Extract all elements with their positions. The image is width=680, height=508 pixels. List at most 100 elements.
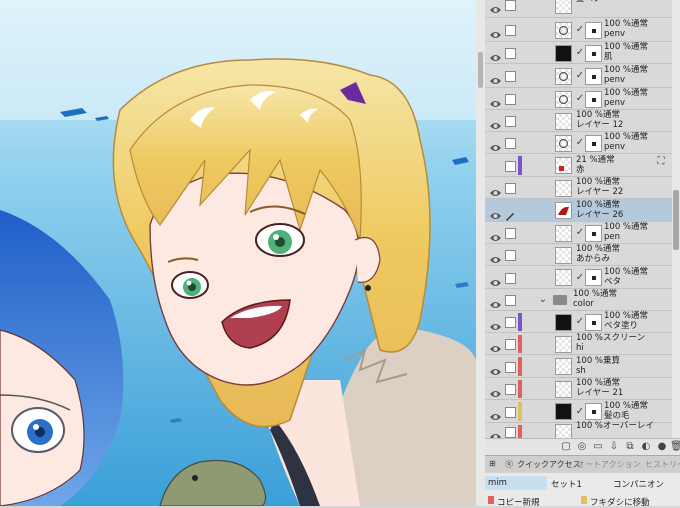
layer-row[interactable]: 100 %スクリーン hi: [485, 333, 672, 355]
layer-row[interactable]: ✓ 100 %通常 penv: [485, 18, 672, 42]
layer-row[interactable]: ✓ 100 %通常 ベタ塗り: [485, 311, 672, 333]
layer-name[interactable]: penv: [604, 98, 625, 109]
layer-lock-checkbox[interactable]: [505, 48, 516, 59]
layer-lock-checkbox[interactable]: [505, 384, 516, 395]
layer-lock-checkbox[interactable]: [505, 228, 516, 239]
visibility-eye-icon[interactable]: [489, 339, 502, 352]
set-field-mim[interactable]: mim: [488, 478, 507, 488]
pin-icon[interactable]: ⊞: [489, 459, 496, 468]
layer-row[interactable]: ⌄ 100 %通常 color: [485, 289, 672, 311]
layer-lock-checkbox[interactable]: [505, 406, 516, 418]
layer-lock-checkbox[interactable]: [505, 0, 516, 11]
layer-name[interactable]: penv: [604, 75, 625, 86]
layer-lock-checkbox[interactable]: [505, 94, 516, 105]
visibility-eye-icon[interactable]: [489, 138, 502, 151]
pen-edit-icon[interactable]: [505, 206, 514, 221]
move-to-balloon-button[interactable]: フキダシに移動: [590, 496, 650, 508]
mask-icon[interactable]: ◐: [640, 441, 652, 453]
layer-name[interactable]: レイヤー 26: [576, 210, 623, 221]
visibility-eye-icon[interactable]: [489, 0, 502, 13]
visibility-eye-icon[interactable]: [489, 407, 502, 420]
layer-row[interactable]: ✓ 100 %通常肌: [485, 42, 672, 64]
visibility-eye-icon[interactable]: [489, 206, 502, 219]
layer-name[interactable]: ベタ: [604, 277, 621, 288]
visibility-eye-icon[interactable]: [489, 183, 502, 196]
layer-name[interactable]: ベタ塗り: [604, 321, 638, 332]
layer-lock-checkbox[interactable]: [505, 183, 516, 194]
layer-lock-checkbox[interactable]: [505, 160, 516, 172]
layer-row[interactable]: ✓ 100 %通常 髪の毛: [485, 400, 672, 423]
layer-lock-checkbox[interactable]: [505, 272, 516, 284]
visibility-eye-icon[interactable]: [489, 295, 502, 308]
tab-quick-access[interactable]: クイックアクセス: [517, 459, 581, 470]
layer-row[interactable]: ✓ 100 %通常 ベタ: [485, 266, 672, 289]
visibility-eye-icon[interactable]: [489, 48, 502, 61]
layer-panel-scrollbar[interactable]: [672, 0, 680, 438]
layer-lock-checkbox[interactable]: [505, 361, 516, 373]
layer-row[interactable]: 100 %通常 レイヤー 26: [485, 199, 672, 222]
layer-lock-checkbox[interactable]: [505, 138, 516, 149]
layer-row[interactable]: 100 %オーバーレイ: [485, 421, 672, 438]
tab-auto-action[interactable]: オートアクション: [577, 459, 641, 470]
delete-layer-icon[interactable]: 🗑: [670, 441, 680, 453]
layer-lock-checkbox[interactable]: [505, 116, 516, 127]
layer-name[interactable]: color: [573, 299, 594, 310]
canvas-scrollbar-thumb[interactable]: [478, 52, 483, 88]
layer-name[interactable]: penv: [604, 142, 625, 153]
layer-lock-checkbox[interactable]: [505, 295, 516, 306]
visibility-eye-icon[interactable]: [489, 94, 502, 107]
layer-row[interactable]: ✓ 100 %通常 penv: [485, 64, 672, 88]
new-raster-layer-icon[interactable]: ▢: [560, 441, 572, 453]
canvas-scrollbar[interactable]: [476, 0, 485, 506]
layer-row[interactable]: 髪ベタ: [485, 0, 672, 18]
layer-lock-checkbox[interactable]: [505, 427, 516, 438]
layer-lock-checkbox[interactable]: [505, 317, 516, 328]
visibility-eye-icon[interactable]: [489, 116, 502, 129]
visibility-eye-icon[interactable]: [489, 71, 502, 84]
layer-lock-checkbox[interactable]: [505, 25, 516, 36]
visibility-eye-icon[interactable]: [489, 384, 502, 397]
layer-row[interactable]: ✓ 100 %通常 pen: [485, 222, 672, 244]
layer-name[interactable]: 肌: [604, 52, 613, 63]
layer-name[interactable]: pen: [604, 232, 620, 243]
layer-row[interactable]: 100 %通常 レイヤー 21: [485, 378, 672, 400]
layer-row[interactable]: ✓ 100 %通常 penv: [485, 132, 672, 154]
visibility-eye-icon[interactable]: [489, 25, 502, 38]
visibility-eye-icon[interactable]: [489, 362, 502, 375]
mask-apply-icon[interactable]: ●: [656, 441, 668, 453]
layer-name[interactable]: sh: [576, 366, 586, 377]
combine-icon[interactable]: ⧉: [624, 441, 636, 453]
visibility-eye-icon[interactable]: [489, 250, 502, 263]
set-field-companion[interactable]: コンパニオン: [613, 478, 664, 490]
layer-name[interactable]: 赤: [576, 165, 585, 176]
drawing-canvas[interactable]: [0, 0, 476, 506]
layer-name[interactable]: レイヤー 21: [576, 388, 623, 399]
visibility-eye-icon[interactable]: [489, 317, 502, 330]
layer-row[interactable]: ✓ 100 %通常 penv: [485, 88, 672, 110]
copy-new-button[interactable]: コピー新規: [497, 496, 540, 508]
layer-name[interactable]: あからみ: [576, 254, 610, 265]
layer-name[interactable]: penv: [604, 29, 625, 40]
transfer-down-icon[interactable]: ⇩: [608, 441, 620, 453]
set-field-set1[interactable]: セット1: [551, 478, 582, 490]
layer-row[interactable]: 100 %通常 レイヤー 12: [485, 110, 672, 132]
layer-name[interactable]: 髪の毛: [604, 411, 630, 422]
layer-lock-checkbox[interactable]: [505, 250, 516, 261]
layer-name[interactable]: レイヤー 12: [576, 120, 623, 131]
visibility-eye-icon[interactable]: [489, 273, 502, 286]
visibility-eye-icon[interactable]: [489, 161, 502, 171]
layer-name[interactable]: レイヤー 22: [576, 187, 623, 198]
layer-scrollbar-thumb[interactable]: [673, 190, 679, 250]
layer-row[interactable]: 21 %通常赤 ⛶: [485, 154, 672, 177]
new-folder-icon[interactable]: ▭: [592, 441, 604, 453]
layer-row[interactable]: 100 %乗算 sh: [485, 355, 672, 378]
layer-name[interactable]: hi: [576, 343, 584, 354]
new-vector-layer-icon[interactable]: ◎: [576, 441, 588, 453]
visibility-eye-icon[interactable]: [489, 427, 502, 438]
layer-row[interactable]: 100 %通常 レイヤー 22: [485, 177, 672, 199]
layer-lock-checkbox[interactable]: [505, 71, 516, 82]
tab-history[interactable]: ヒストリー: [645, 459, 680, 470]
folder-toggle-icon[interactable]: ⌄: [537, 294, 549, 306]
layer-row[interactable]: 100 %通常 あからみ: [485, 244, 672, 266]
layer-lock-checkbox[interactable]: [505, 339, 516, 350]
